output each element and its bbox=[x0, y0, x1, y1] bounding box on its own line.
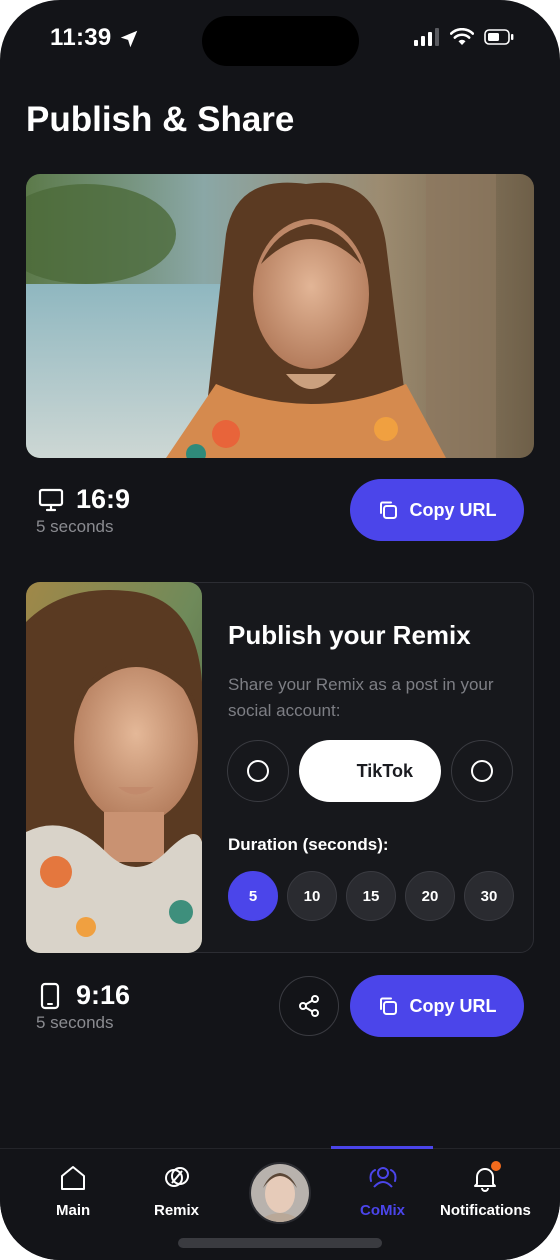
landscape-ratio-label: 16:9 bbox=[76, 484, 131, 514]
radio-circle-icon bbox=[471, 760, 493, 782]
status-time: 11:39 bbox=[50, 24, 112, 51]
remix-icon bbox=[161, 1162, 193, 1194]
notification-dot bbox=[491, 1161, 502, 1171]
wifi-icon bbox=[450, 28, 474, 45]
dynamic-island bbox=[202, 16, 359, 66]
landscape-ratio-row: 16:9 bbox=[38, 484, 130, 515]
portrait-ratio-row: 9:16 bbox=[40, 980, 130, 1011]
tab-main-label: Main bbox=[56, 1202, 91, 1219]
tiktok-label: TikTok bbox=[356, 760, 413, 781]
signal-icon bbox=[414, 28, 439, 46]
landscape-duration: 5 seconds bbox=[36, 517, 114, 536]
tab-comix-label: CoMix bbox=[360, 1202, 405, 1219]
monitor-icon bbox=[38, 488, 64, 511]
portrait-preview-image[interactable] bbox=[26, 582, 202, 953]
battery-icon bbox=[484, 29, 514, 45]
comix-icon bbox=[367, 1162, 399, 1194]
tab-remix-label: Remix bbox=[154, 1202, 200, 1219]
share-button[interactable] bbox=[279, 976, 339, 1036]
status-icons bbox=[414, 28, 514, 46]
social-option-right[interactable] bbox=[451, 740, 513, 802]
duration-chip-30[interactable]: 30 bbox=[464, 871, 514, 921]
publish-remix-description: Share your Remix as a post in your socia… bbox=[228, 675, 494, 720]
active-tab-indicator bbox=[331, 1146, 433, 1149]
copy-url-label: Copy URL bbox=[409, 499, 497, 520]
publish-remix-title: Publish your Remix bbox=[228, 620, 471, 650]
phone-icon bbox=[40, 982, 60, 1009]
duration-chip-5[interactable]: 5 bbox=[228, 871, 278, 921]
tab-comix[interactable]: CoMix bbox=[360, 1162, 405, 1219]
page-title: Publish & Share bbox=[26, 100, 295, 139]
portrait-duration: 5 seconds bbox=[36, 1013, 114, 1032]
radio-circle-icon bbox=[247, 760, 269, 782]
location-arrow-icon bbox=[120, 30, 138, 48]
duration-chip-15[interactable]: 15 bbox=[346, 871, 396, 921]
share-icon bbox=[299, 995, 319, 1017]
tab-main[interactable]: Main bbox=[56, 1162, 90, 1219]
bell-icon bbox=[469, 1161, 502, 1194]
copy-icon bbox=[379, 997, 397, 1015]
duration-label: Duration (seconds): bbox=[228, 835, 389, 854]
profile-avatar[interactable] bbox=[249, 1162, 311, 1224]
copy-url-button-portrait[interactable]: Copy URL bbox=[350, 975, 524, 1037]
social-option-tiktok[interactable]: TikTok bbox=[299, 740, 441, 802]
social-option-left[interactable] bbox=[227, 740, 289, 802]
duration-chip-20[interactable]: 20 bbox=[405, 871, 455, 921]
home-icon bbox=[57, 1162, 89, 1194]
tab-notifications[interactable]: Notifications bbox=[440, 1161, 531, 1219]
tab-remix[interactable]: Remix bbox=[154, 1162, 199, 1219]
copy-url-label: Copy URL bbox=[409, 995, 497, 1016]
portrait-ratio-label: 9:16 bbox=[76, 980, 131, 1010]
duration-chip-10[interactable]: 10 bbox=[287, 871, 337, 921]
home-indicator bbox=[178, 1238, 382, 1248]
phone-screen: 11:39 Publish & Share 16:9 5 seconds Cop… bbox=[0, 0, 560, 1260]
tab-notifications-label: Notifications bbox=[440, 1202, 531, 1219]
copy-icon bbox=[379, 501, 397, 519]
landscape-preview-image[interactable] bbox=[26, 174, 534, 458]
copy-url-button-landscape[interactable]: Copy URL bbox=[350, 479, 524, 541]
